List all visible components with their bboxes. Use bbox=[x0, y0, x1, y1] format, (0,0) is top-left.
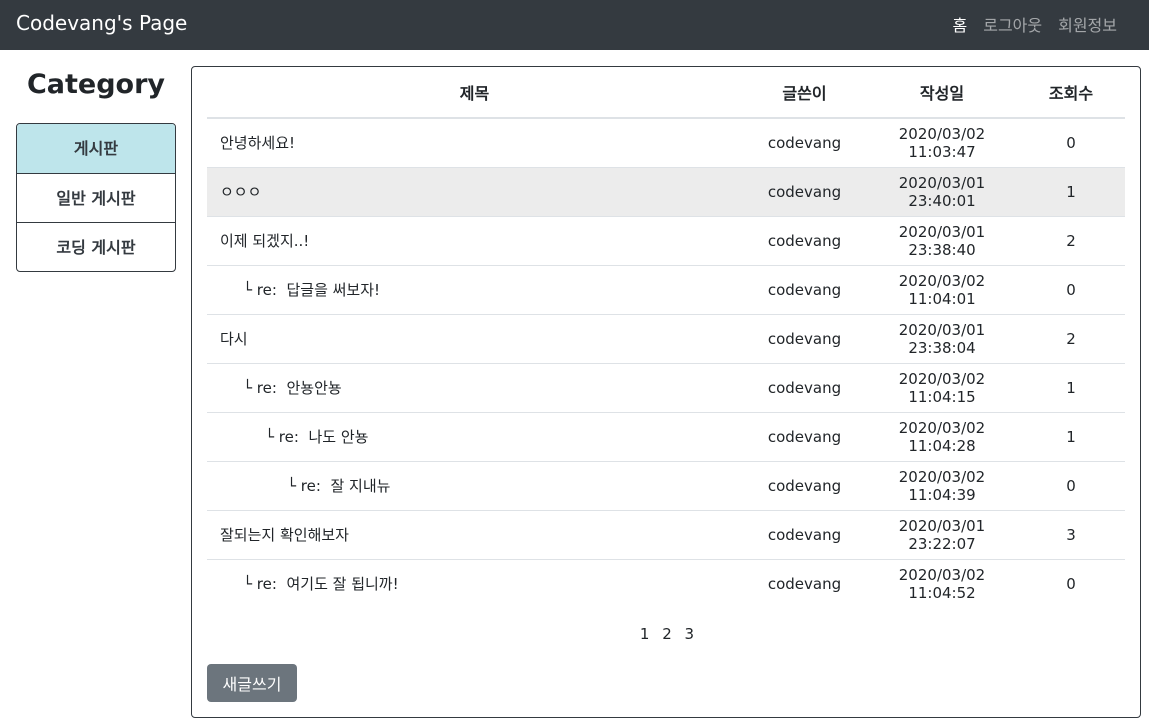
post-title[interactable]: └ re: 잘 지내뉴 bbox=[207, 460, 742, 510]
page-link-2[interactable]: 2 bbox=[662, 625, 672, 643]
header-writer: 글쓴이 bbox=[742, 67, 867, 119]
post-title-text[interactable]: 안뇽안뇽 bbox=[286, 379, 341, 397]
post-title-text[interactable]: 안녕하세요! bbox=[220, 134, 295, 152]
table-row[interactable]: └ re: 나도 안뇽 codevang 2020/03/02 11:04:28… bbox=[207, 411, 1125, 461]
post-writer: codevang bbox=[742, 166, 867, 216]
post-title[interactable]: └ re: 답글을 써보자! bbox=[207, 264, 742, 314]
post-views: 3 bbox=[1017, 509, 1125, 559]
post-views: 1 bbox=[1017, 166, 1125, 216]
header-views: 조회수 bbox=[1017, 67, 1125, 119]
page-link-3[interactable]: 3 bbox=[685, 625, 695, 643]
post-writer: codevang bbox=[742, 411, 867, 461]
post-title[interactable]: 안녕하세요! bbox=[207, 117, 742, 167]
header-date: 작성일 bbox=[867, 67, 1017, 119]
table-row[interactable]: ㅇㅇㅇ codevang 2020/03/01 23:40:01 1 bbox=[207, 166, 1125, 216]
post-date: 2020/03/02 11:04:52 bbox=[867, 558, 1017, 608]
post-title-text[interactable]: 답글을 써보자! bbox=[286, 281, 380, 299]
nav-home-link[interactable]: 홈 bbox=[952, 12, 967, 36]
post-date: 2020/03/01 23:38:40 bbox=[867, 215, 1017, 265]
table-row[interactable]: └ re: 안뇽안뇽 codevang 2020/03/02 11:04:15 … bbox=[207, 362, 1125, 412]
post-title[interactable]: └ re: 나도 안뇽 bbox=[207, 411, 742, 461]
table-row[interactable]: └ re: 잘 지내뉴 codevang 2020/03/02 11:04:39… bbox=[207, 460, 1125, 510]
post-title[interactable]: ㅇㅇㅇ bbox=[207, 166, 742, 216]
category-title: Category bbox=[26, 69, 166, 100]
pagination: 1 2 3 bbox=[192, 625, 1142, 643]
board-panel: 제목 글쓴이 작성일 조회수 안녕하세요! codevang 2020/03/0… bbox=[191, 66, 1141, 718]
post-date: 2020/03/02 11:04:28 bbox=[867, 411, 1017, 461]
post-writer: codevang bbox=[742, 215, 867, 265]
table-row[interactable]: 잘되는지 확인해보자 codevang 2020/03/01 23:22:07 … bbox=[207, 509, 1125, 559]
post-date: 2020/03/02 11:03:47 bbox=[867, 117, 1017, 167]
post-date: 2020/03/01 23:40:01 bbox=[867, 166, 1017, 216]
post-title[interactable]: └ re: 안뇽안뇽 bbox=[207, 362, 742, 412]
post-writer: codevang bbox=[742, 264, 867, 314]
post-views: 1 bbox=[1017, 362, 1125, 412]
post-title-text[interactable]: 이제 되겠지..! bbox=[220, 232, 309, 250]
nav-member-info-link[interactable]: 회원정보 bbox=[1058, 12, 1117, 36]
post-date: 2020/03/02 11:04:15 bbox=[867, 362, 1017, 412]
new-post-button[interactable]: 새글쓰기 bbox=[207, 664, 297, 702]
post-date: 2020/03/01 23:22:07 bbox=[867, 509, 1017, 559]
table-row[interactable]: 다시 codevang 2020/03/01 23:38:04 2 bbox=[207, 313, 1125, 363]
nav-logout-link[interactable]: 로그아웃 bbox=[983, 12, 1042, 36]
category-item-coding-board[interactable]: 코딩 게시판 bbox=[17, 222, 175, 271]
post-title-text[interactable]: 다시 bbox=[220, 330, 248, 348]
post-date: 2020/03/01 23:38:04 bbox=[867, 313, 1017, 363]
post-date: 2020/03/02 11:04:01 bbox=[867, 264, 1017, 314]
reply-prefix: └ re: bbox=[287, 477, 321, 495]
post-title[interactable]: └ re: 여기도 잘 됩니까! bbox=[207, 558, 742, 608]
table-row[interactable]: └ re: 답글을 써보자! codevang 2020/03/02 11:04… bbox=[207, 264, 1125, 314]
post-writer: codevang bbox=[742, 558, 867, 608]
post-views: 2 bbox=[1017, 215, 1125, 265]
post-writer: codevang bbox=[742, 460, 867, 510]
board-table: 제목 글쓴이 작성일 조회수 안녕하세요! codevang 2020/03/0… bbox=[207, 67, 1125, 608]
post-views: 0 bbox=[1017, 460, 1125, 510]
post-title-text[interactable]: 잘되는지 확인해보자 bbox=[220, 526, 349, 544]
post-title-text[interactable]: 잘 지내뉴 bbox=[330, 477, 390, 495]
post-views: 0 bbox=[1017, 264, 1125, 314]
reply-prefix: └ re: bbox=[243, 575, 277, 594]
table-header-row: 제목 글쓴이 작성일 조회수 bbox=[207, 67, 1125, 119]
brand-link[interactable]: Codevang's Page bbox=[16, 11, 187, 35]
post-views: 0 bbox=[1017, 558, 1125, 608]
navbar: Codevang's Page 홈 로그아웃 회원정보 bbox=[0, 0, 1149, 50]
post-views: 1 bbox=[1017, 411, 1125, 461]
post-title-text[interactable]: 나도 안뇽 bbox=[308, 428, 368, 446]
reply-prefix: └ re: bbox=[265, 428, 299, 446]
reply-prefix: └ re: bbox=[243, 379, 277, 397]
post-writer: codevang bbox=[742, 362, 867, 412]
table-row[interactable]: 안녕하세요! codevang 2020/03/02 11:03:47 0 bbox=[207, 117, 1125, 167]
post-title-text[interactable]: 여기도 잘 됩니까! bbox=[286, 575, 398, 593]
post-views: 0 bbox=[1017, 117, 1125, 167]
post-writer: codevang bbox=[742, 313, 867, 363]
post-views: 2 bbox=[1017, 313, 1125, 363]
table-row[interactable]: 이제 되겠지..! codevang 2020/03/01 23:38:40 2 bbox=[207, 215, 1125, 265]
post-title[interactable]: 이제 되겠지..! bbox=[207, 215, 742, 265]
reply-prefix: └ re: bbox=[243, 281, 277, 299]
post-title[interactable]: 다시 bbox=[207, 313, 742, 363]
post-writer: codevang bbox=[742, 509, 867, 559]
post-title-text[interactable]: ㅇㅇㅇ bbox=[220, 183, 261, 201]
table-row[interactable]: └ re: 여기도 잘 됩니까! codevang 2020/03/02 11:… bbox=[207, 558, 1125, 608]
nav-links: 홈 로그아웃 회원정보 bbox=[952, 12, 1117, 36]
post-date: 2020/03/02 11:04:39 bbox=[867, 460, 1017, 510]
category-item-board[interactable]: 게시판 bbox=[17, 124, 175, 173]
page-link-1[interactable]: 1 bbox=[640, 625, 650, 643]
category-item-general-board[interactable]: 일반 게시판 bbox=[17, 173, 175, 222]
category-list: 게시판 일반 게시판 코딩 게시판 bbox=[16, 123, 176, 272]
post-title[interactable]: 잘되는지 확인해보자 bbox=[207, 509, 742, 559]
sidebar: Category 게시판 일반 게시판 코딩 게시판 bbox=[16, 66, 176, 272]
post-writer: codevang bbox=[742, 117, 867, 167]
header-title: 제목 bbox=[207, 67, 742, 119]
